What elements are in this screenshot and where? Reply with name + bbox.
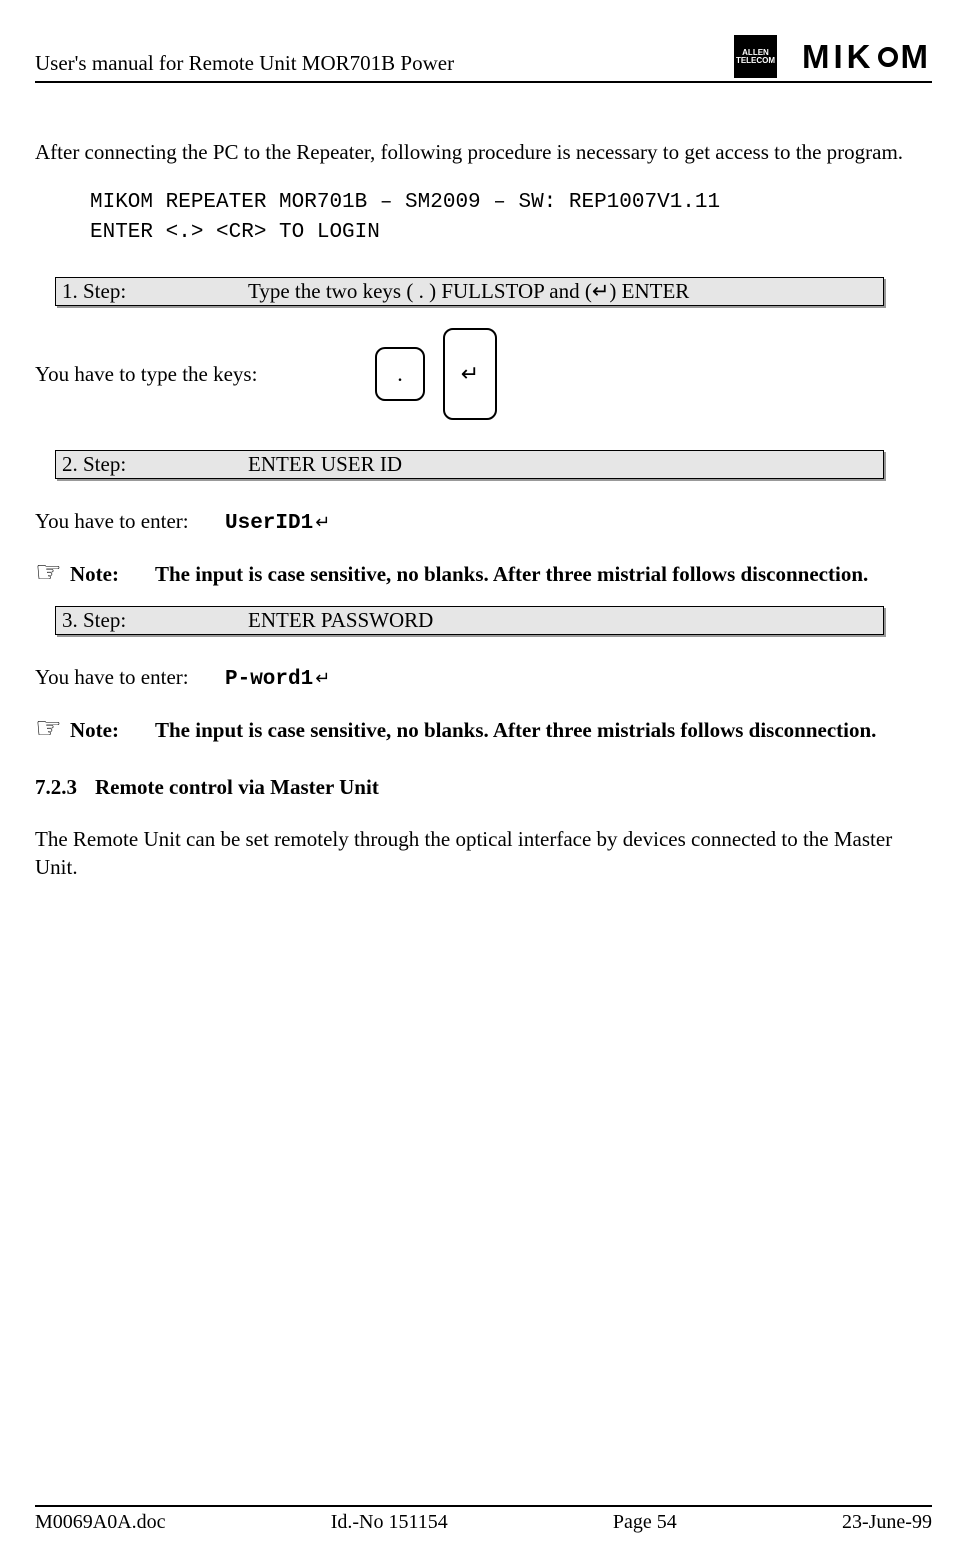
enter-userid-label: You have to enter:	[35, 509, 225, 534]
pointing-hand-icon: ☞	[35, 558, 70, 588]
note-2-label: Note:	[70, 716, 155, 744]
step-1-text: Type the two keys ( . ) FULLSTOP and (↵)…	[248, 278, 689, 305]
keys-graphic: . ↵	[375, 328, 497, 420]
step-2-text: ENTER USER ID	[248, 451, 402, 478]
return-icon: ↵	[315, 668, 330, 689]
note-1-label: Note:	[70, 560, 155, 588]
note-1-text: The input is case sensitive, no blanks. …	[155, 560, 932, 588]
step-3-row: 3. Step: ENTER PASSWORD	[55, 606, 884, 635]
mikom-logo-dot-icon	[878, 47, 898, 67]
section-heading: 7.2.3 Remote control via Master Unit	[35, 775, 932, 800]
enter-password-label: You have to enter:	[35, 665, 225, 690]
section-number: 7.2.3	[35, 775, 95, 800]
section-body: The Remote Unit can be set remotely thro…	[35, 825, 932, 882]
mikom-logo: MIK M	[802, 38, 932, 76]
page-header: User's manual for Remote Unit MOR701B Po…	[35, 35, 932, 83]
return-icon: ↵	[315, 512, 330, 533]
keys-label: You have to type the keys:	[35, 362, 375, 387]
note-2-row: ☞ Note: The input is case sensitive, no …	[35, 716, 932, 744]
footer-id: Id.-No 151154	[331, 1511, 448, 1534]
intro-paragraph: After connecting the PC to the Repeater,…	[35, 138, 932, 166]
footer-doc: M0069A0A.doc	[35, 1511, 166, 1534]
footer-date: 23-June-99	[842, 1511, 932, 1534]
page-content: After connecting the PC to the Repeater,…	[35, 83, 932, 1505]
enter-key-icon: ↵	[443, 328, 497, 420]
footer-page: Page 54	[613, 1511, 677, 1534]
enter-password-row: You have to enter: P-word1 ↵	[35, 665, 932, 691]
step-3-label: 3. Step:	[56, 607, 248, 634]
section-title: Remote control via Master Unit	[95, 775, 379, 800]
step-2-row: 2. Step: ENTER USER ID	[55, 450, 884, 479]
note-2-text: The input is case sensitive, no blanks. …	[155, 716, 932, 744]
fullstop-key-icon: .	[375, 347, 425, 401]
keys-row: You have to type the keys: . ↵	[35, 328, 932, 420]
enter-password-value: P-word1	[225, 668, 313, 691]
step-1-label: 1. Step:	[56, 278, 248, 305]
step-1-row: 1. Step: Type the two keys ( . ) FULLSTO…	[55, 277, 884, 306]
header-title: User's manual for Remote Unit MOR701B Po…	[35, 51, 454, 78]
terminal-output: MIKOM REPEATER MOR701B – SM2009 – SW: RE…	[90, 188, 932, 247]
header-logos: ALLEN TELECOM MIK M	[734, 35, 932, 78]
page-footer: M0069A0A.doc Id.-No 151154 Page 54 23-Ju…	[35, 1505, 932, 1534]
step-3-text: ENTER PASSWORD	[248, 607, 433, 634]
allen-telecom-logo: ALLEN TELECOM	[734, 35, 777, 78]
enter-userid-value: UserID1	[225, 512, 313, 535]
enter-userid-row: You have to enter: UserID1 ↵	[35, 509, 932, 535]
step-2-label: 2. Step:	[56, 451, 248, 478]
note-1-row: ☞ Note: The input is case sensitive, no …	[35, 560, 932, 588]
pointing-hand-icon: ☞	[35, 714, 70, 744]
